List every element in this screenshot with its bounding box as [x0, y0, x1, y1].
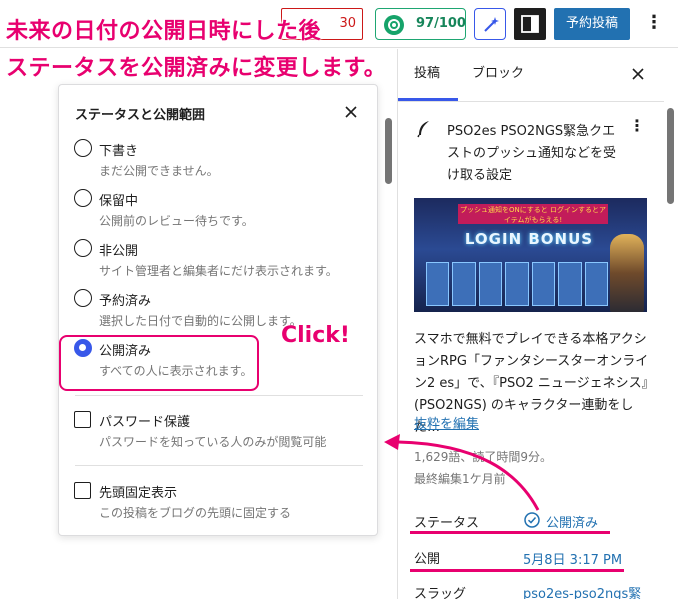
status-value-button[interactable]: 公開済み [546, 512, 598, 531]
slug-label: スラッグ [414, 587, 467, 599]
close-icon[interactable] [630, 66, 646, 82]
featured-image[interactable]: プッシュ通知をONにすると ログインするとアイテムがもらえる! LOGIN BO… [414, 198, 647, 312]
image-reward-grid [426, 262, 608, 306]
popover-separator [75, 395, 363, 396]
close-icon[interactable] [343, 104, 359, 120]
option-label-pending: 保留中 [99, 194, 139, 209]
tab-separator [398, 101, 664, 102]
status-underline-annotation [410, 531, 610, 534]
password-desc: パスワードを知っている人のみが閲覧可能 [99, 435, 327, 449]
option-desc-private: サイト管理者と編集者にだけ表示されます。 [99, 264, 338, 278]
ai-assistant-button[interactable] [474, 8, 506, 40]
option-label-scheduled: 予約済み [99, 294, 152, 309]
annotation-heading-line-1: 未来の日付の公開日時にした後 [6, 19, 322, 44]
status-visibility-popover: ステータスと公開範囲 下書き まだ公開できません。 保留中 公開前のレビュー待ち… [58, 84, 378, 536]
sticky-desc: この投稿をブログの先頭に固定する [99, 506, 292, 520]
radio-private[interactable] [74, 239, 92, 257]
option-desc-scheduled: 選択した日付で自動的に公開します。 [99, 314, 302, 328]
tab-block[interactable]: ブロック [472, 62, 524, 81]
radio-draft[interactable] [74, 139, 92, 157]
option-label-published: 公開済み [99, 344, 152, 359]
option-desc-published: すべての人に表示されます。 [99, 364, 253, 378]
option-desc-pending: 公開前のレビュー待ちです。 [99, 214, 254, 228]
option-label-private: 非公開 [99, 244, 139, 259]
options-menu-button[interactable]: ⋮ [640, 8, 668, 40]
seo-score-value: 97/100 [416, 16, 466, 31]
image-logo-text: LOGIN BONUS [464, 230, 594, 248]
publish-underline-annotation [410, 569, 624, 572]
radio-published[interactable] [74, 339, 92, 357]
editor-scrollbar[interactable] [385, 118, 392, 184]
password-checkbox[interactable] [74, 411, 91, 428]
seo-badge-icon [384, 15, 404, 35]
sidebar-scrollbar[interactable] [667, 108, 674, 204]
popover-separator [75, 465, 363, 466]
click-annotation: Click! [281, 323, 350, 348]
image-character [610, 234, 644, 312]
radio-pending[interactable] [74, 189, 92, 207]
sidebar-toggle-button[interactable] [514, 8, 546, 40]
popover-title: ステータスと公開範囲 [75, 108, 206, 123]
schedule-button[interactable]: 予約投稿 [554, 8, 630, 40]
publish-label: 公開 [414, 552, 441, 567]
magic-wand-icon [484, 17, 499, 32]
password-label: パスワード保護 [99, 415, 191, 430]
option-desc-draft: まだ公開できません。 [99, 164, 219, 178]
image-banner-text: プッシュ通知をONにすると ログインするとアイテムがもらえる! [458, 204, 608, 224]
option-label-draft: 下書き [99, 144, 139, 159]
sidebar-panel-icon [521, 15, 539, 33]
feather-icon [417, 121, 429, 138]
sticky-checkbox[interactable] [74, 482, 91, 499]
seo-score-button[interactable]: 97/100 [375, 8, 466, 40]
publish-date-button[interactable]: 5月8日 3:17 PM [523, 549, 622, 568]
sticky-label: 先頭固定表示 [99, 486, 178, 501]
edit-excerpt-link[interactable]: 抜粋を編集 [414, 413, 479, 432]
radio-scheduled[interactable] [74, 289, 92, 307]
slug-value-button[interactable]: pso2es-pso2ngs緊 [523, 583, 641, 599]
post-title: PSO2es PSO2NGS緊急クエストのプッシュ通知などを受け取る設定 [447, 124, 617, 183]
annotation-arrow [384, 434, 540, 511]
tab-post[interactable]: 投稿 [414, 62, 440, 81]
post-actions-button[interactable]: ⋮ [629, 118, 645, 134]
annotation-heading-line-2: ステータスを公開済みに変更します。 [6, 56, 387, 81]
